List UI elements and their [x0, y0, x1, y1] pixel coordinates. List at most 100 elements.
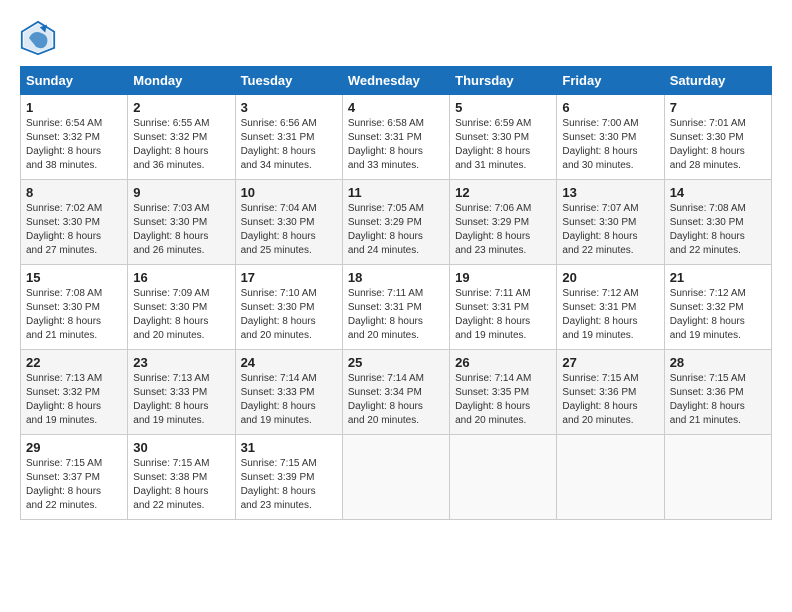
day-number: 12 [455, 185, 551, 200]
week-row-1: 1 Sunrise: 6:54 AM Sunset: 3:32 PM Daylig… [21, 95, 772, 180]
day-cell-23: 23 Sunrise: 7:13 AM Sunset: 3:33 PM Dayli… [128, 350, 235, 435]
header-cell-sunday: Sunday [21, 67, 128, 95]
day-number: 22 [26, 355, 122, 370]
day-number: 8 [26, 185, 122, 200]
day-cell-3: 3 Sunrise: 6:56 AM Sunset: 3:31 PM Daylig… [235, 95, 342, 180]
day-info: Sunrise: 7:08 AM Sunset: 3:30 PM Dayligh… [26, 287, 122, 343]
day-info: Sunrise: 6:59 AM Sunset: 3:30 PM Dayligh… [455, 117, 551, 173]
day-info: Sunrise: 7:04 AM Sunset: 3:30 PM Dayligh… [241, 202, 337, 258]
header-cell-tuesday: Tuesday [235, 67, 342, 95]
day-info: Sunrise: 7:13 AM Sunset: 3:33 PM Dayligh… [133, 372, 229, 428]
day-info: Sunrise: 7:12 AM Sunset: 3:31 PM Dayligh… [562, 287, 658, 343]
week-row-5: 29 Sunrise: 7:15 AM Sunset: 3:37 PM Dayli… [21, 435, 772, 520]
day-cell-24: 24Sunrise: 7:14 AM Sunset: 3:33 PM Dayli… [235, 350, 342, 435]
day-cell-8: 8 Sunrise: 7:02 AM Sunset: 3:30 PM Daylig… [21, 180, 128, 265]
day-cell-17: 17Sunrise: 7:10 AM Sunset: 3:30 PM Dayli… [235, 265, 342, 350]
week-row-4: 22 Sunrise: 7:13 AM Sunset: 3:32 PM Dayli… [21, 350, 772, 435]
day-number: 2 [133, 100, 229, 115]
day-number: 5 [455, 100, 551, 115]
day-info: Sunrise: 7:10 AM Sunset: 3:30 PM Dayligh… [241, 287, 337, 343]
day-info: Sunrise: 7:11 AM Sunset: 3:31 PM Dayligh… [348, 287, 444, 343]
day-number: 15 [26, 270, 122, 285]
header-cell-wednesday: Wednesday [342, 67, 449, 95]
day-info: Sunrise: 7:09 AM Sunset: 3:30 PM Dayligh… [133, 287, 229, 343]
day-info: Sunrise: 7:06 AM Sunset: 3:29 PM Dayligh… [455, 202, 551, 258]
day-number: 9 [133, 185, 229, 200]
day-info: Sunrise: 6:58 AM Sunset: 3:31 PM Dayligh… [348, 117, 444, 173]
day-cell-4: 4 Sunrise: 6:58 AM Sunset: 3:31 PM Daylig… [342, 95, 449, 180]
logo-icon [20, 20, 56, 56]
day-number: 16 [133, 270, 229, 285]
day-info: Sunrise: 7:12 AM Sunset: 3:32 PM Dayligh… [670, 287, 766, 343]
day-info: Sunrise: 7:15 AM Sunset: 3:37 PM Dayligh… [26, 457, 122, 513]
day-cell-28: 28 Sunrise: 7:15 AM Sunset: 3:36 PM Dayli… [664, 350, 771, 435]
day-cell-31: 31 Sunrise: 7:15 AM Sunset: 3:39 PM Dayli… [235, 435, 342, 520]
day-number: 29 [26, 440, 122, 455]
day-info: Sunrise: 6:55 AM Sunset: 3:32 PM Dayligh… [133, 117, 229, 173]
day-number: 20 [562, 270, 658, 285]
day-info: Sunrise: 7:11 AM Sunset: 3:31 PM Dayligh… [455, 287, 551, 343]
empty-cell [557, 435, 664, 520]
week-row-2: 8 Sunrise: 7:02 AM Sunset: 3:30 PM Daylig… [21, 180, 772, 265]
day-info: Sunrise: 7:03 AM Sunset: 3:30 PM Dayligh… [133, 202, 229, 258]
day-info: Sunrise: 6:54 AM Sunset: 3:32 PM Dayligh… [26, 117, 122, 173]
day-cell-12: 12 Sunrise: 7:06 AM Sunset: 3:29 PM Dayli… [450, 180, 557, 265]
day-cell-7: 7Sunrise: 7:01 AM Sunset: 3:30 PM Daylig… [664, 95, 771, 180]
day-number: 27 [562, 355, 658, 370]
day-number: 11 [348, 185, 444, 200]
day-number: 21 [670, 270, 766, 285]
header-cell-saturday: Saturday [664, 67, 771, 95]
day-cell-13: 13 Sunrise: 7:07 AM Sunset: 3:30 PM Dayli… [557, 180, 664, 265]
day-number: 14 [670, 185, 766, 200]
day-info: Sunrise: 7:07 AM Sunset: 3:30 PM Dayligh… [562, 202, 658, 258]
day-cell-18: 18 Sunrise: 7:11 AM Sunset: 3:31 PM Dayli… [342, 265, 449, 350]
empty-cell [450, 435, 557, 520]
day-cell-10: 10Sunrise: 7:04 AM Sunset: 3:30 PM Dayli… [235, 180, 342, 265]
day-number: 30 [133, 440, 229, 455]
page-header [20, 20, 772, 56]
day-info: Sunrise: 6:56 AM Sunset: 3:31 PM Dayligh… [241, 117, 337, 173]
day-number: 19 [455, 270, 551, 285]
day-info: Sunrise: 7:15 AM Sunset: 3:39 PM Dayligh… [241, 457, 337, 513]
empty-cell [664, 435, 771, 520]
day-number: 28 [670, 355, 766, 370]
day-cell-5: 5 Sunrise: 6:59 AM Sunset: 3:30 PM Daylig… [450, 95, 557, 180]
day-number: 18 [348, 270, 444, 285]
day-cell-20: 20 Sunrise: 7:12 AM Sunset: 3:31 PM Dayli… [557, 265, 664, 350]
day-cell-1: 1 Sunrise: 6:54 AM Sunset: 3:32 PM Daylig… [21, 95, 128, 180]
day-info: Sunrise: 7:05 AM Sunset: 3:29 PM Dayligh… [348, 202, 444, 258]
day-info: Sunrise: 7:15 AM Sunset: 3:36 PM Dayligh… [562, 372, 658, 428]
day-cell-29: 29 Sunrise: 7:15 AM Sunset: 3:37 PM Dayli… [21, 435, 128, 520]
day-cell-16: 16 Sunrise: 7:09 AM Sunset: 3:30 PM Dayli… [128, 265, 235, 350]
day-cell-2: 2 Sunrise: 6:55 AM Sunset: 3:32 PM Daylig… [128, 95, 235, 180]
day-cell-22: 22 Sunrise: 7:13 AM Sunset: 3:32 PM Dayli… [21, 350, 128, 435]
header-cell-monday: Monday [128, 67, 235, 95]
day-info: Sunrise: 7:14 AM Sunset: 3:34 PM Dayligh… [348, 372, 444, 428]
day-number: 24 [241, 355, 337, 370]
calendar-table: SundayMondayTuesdayWednesdayThursdayFrid… [20, 66, 772, 520]
day-cell-19: 19 Sunrise: 7:11 AM Sunset: 3:31 PM Dayli… [450, 265, 557, 350]
week-row-3: 15 Sunrise: 7:08 AM Sunset: 3:30 PM Dayli… [21, 265, 772, 350]
day-cell-21: 21 Sunrise: 7:12 AM Sunset: 3:32 PM Dayli… [664, 265, 771, 350]
day-info: Sunrise: 7:15 AM Sunset: 3:38 PM Dayligh… [133, 457, 229, 513]
header-row: SundayMondayTuesdayWednesdayThursdayFrid… [21, 67, 772, 95]
day-info: Sunrise: 7:02 AM Sunset: 3:30 PM Dayligh… [26, 202, 122, 258]
day-number: 25 [348, 355, 444, 370]
day-cell-27: 27 Sunrise: 7:15 AM Sunset: 3:36 PM Dayli… [557, 350, 664, 435]
day-number: 1 [26, 100, 122, 115]
day-info: Sunrise: 7:13 AM Sunset: 3:32 PM Dayligh… [26, 372, 122, 428]
day-info: Sunrise: 7:08 AM Sunset: 3:30 PM Dayligh… [670, 202, 766, 258]
day-cell-14: 14 Sunrise: 7:08 AM Sunset: 3:30 PM Dayli… [664, 180, 771, 265]
day-info: Sunrise: 7:15 AM Sunset: 3:36 PM Dayligh… [670, 372, 766, 428]
header-cell-thursday: Thursday [450, 67, 557, 95]
day-number: 4 [348, 100, 444, 115]
day-number: 31 [241, 440, 337, 455]
day-number: 23 [133, 355, 229, 370]
day-cell-11: 11 Sunrise: 7:05 AM Sunset: 3:29 PM Dayli… [342, 180, 449, 265]
day-number: 26 [455, 355, 551, 370]
day-number: 3 [241, 100, 337, 115]
day-number: 7 [670, 100, 766, 115]
day-cell-30: 30 Sunrise: 7:15 AM Sunset: 3:38 PM Dayli… [128, 435, 235, 520]
day-number: 13 [562, 185, 658, 200]
day-number: 6 [562, 100, 658, 115]
